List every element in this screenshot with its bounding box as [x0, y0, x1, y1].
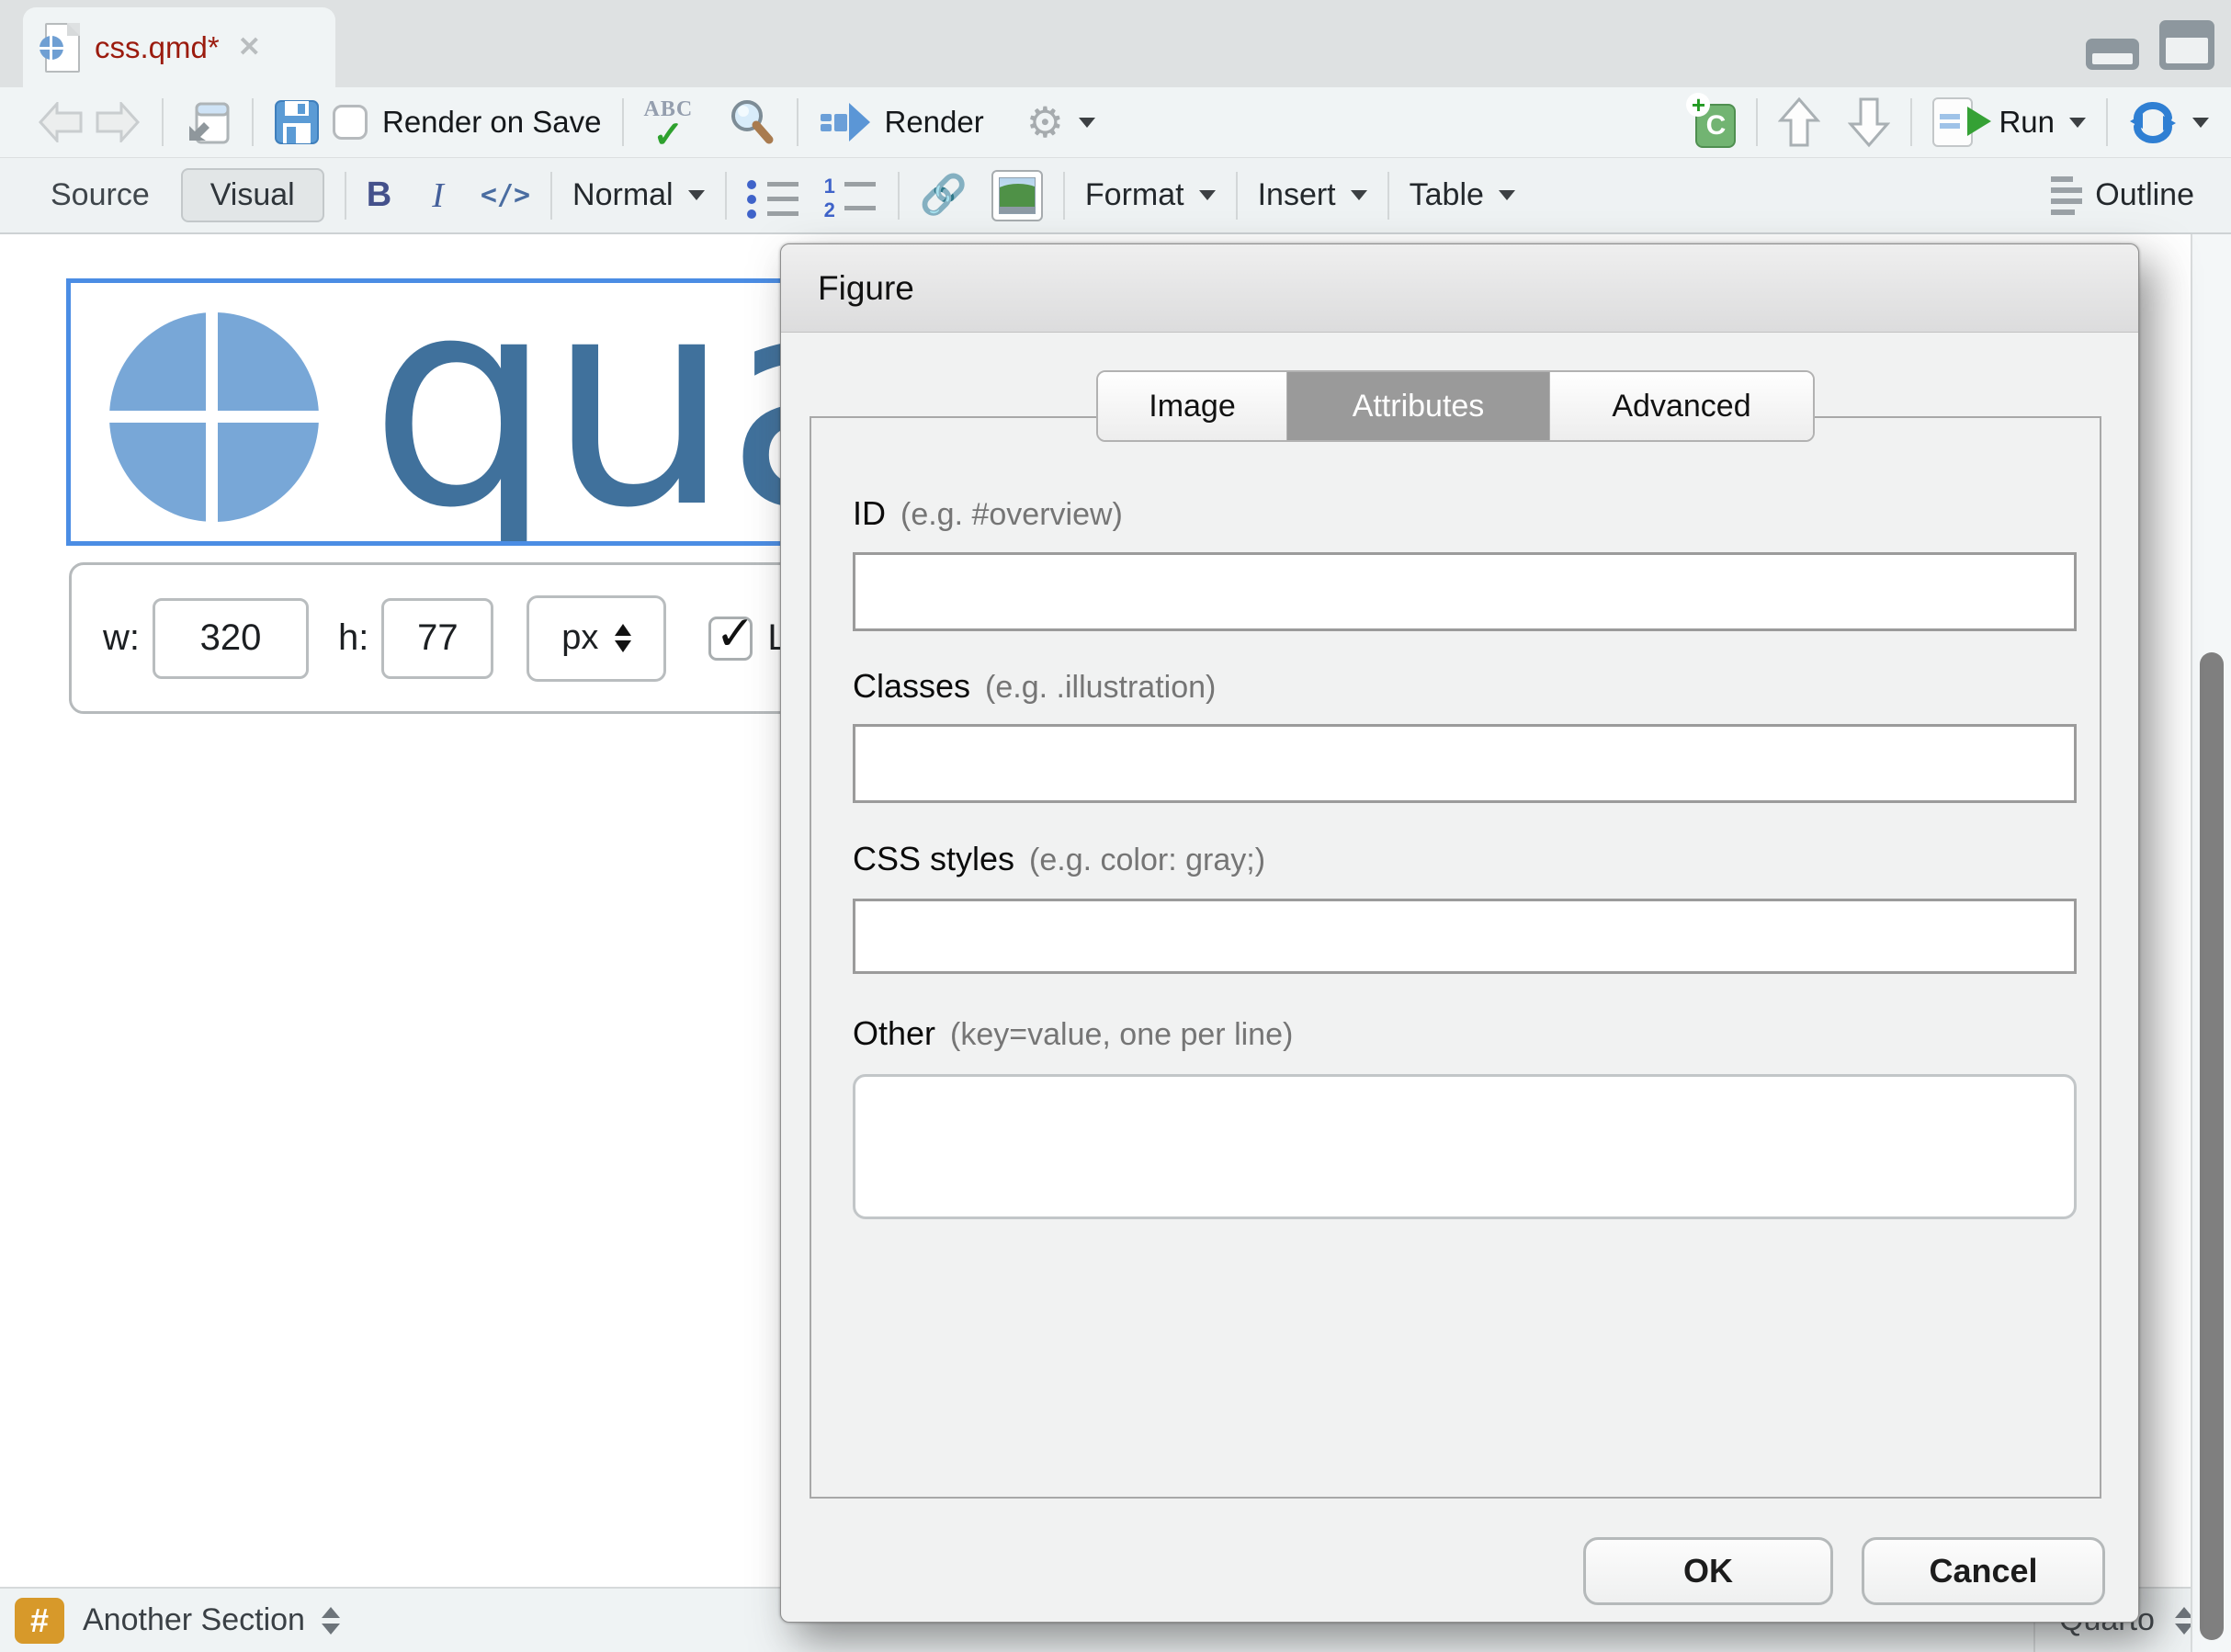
dialog-title: Figure	[781, 244, 2138, 333]
quarto-logo-icon	[109, 312, 319, 522]
id-label: ID (e.g. #overview)	[853, 494, 1123, 533]
table-menu[interactable]: Table	[1410, 177, 1515, 213]
find-replace-icon[interactable]	[727, 97, 776, 147]
outline-toggle[interactable]: Outline	[2051, 176, 2194, 215]
minimize-pane-icon[interactable]	[2086, 39, 2139, 70]
dialog-tab-bar: Image Attributes Advanced	[1096, 370, 1815, 442]
classes-label: Classes (e.g. .illustration)	[853, 667, 1216, 706]
run-icon[interactable]	[1932, 97, 1984, 147]
section-hash-icon: #	[15, 1598, 64, 1644]
insert-menu[interactable]: Insert	[1258, 177, 1367, 213]
other-label: Other (key=value, one per line)	[853, 1014, 1293, 1053]
run-dropdown-icon[interactable]	[2069, 118, 2086, 128]
render-on-save-label: Render on Save	[382, 105, 602, 140]
back-icon[interactable]	[37, 102, 85, 142]
link-icon[interactable]: 🔗	[920, 173, 968, 218]
figure-dialog: Figure Image Attributes Advanced ID (e.g…	[780, 243, 2139, 1623]
image-icon[interactable]	[991, 170, 1043, 221]
ok-button[interactable]: OK	[1583, 1537, 1833, 1605]
units-spinner-icon	[615, 624, 631, 652]
open-in-new-window-icon[interactable]	[184, 98, 232, 146]
units-select[interactable]: px	[527, 595, 666, 682]
tab-title: css.qmd*	[95, 30, 220, 65]
source-mode-button[interactable]: Source	[51, 177, 150, 213]
bold-icon[interactable]: B	[367, 175, 391, 215]
publish-dropdown-icon[interactable]	[2192, 118, 2209, 128]
id-input[interactable]	[853, 552, 2077, 631]
code-icon[interactable]: </>	[481, 179, 530, 211]
css-styles-input[interactable]	[853, 899, 2077, 974]
cancel-button[interactable]: Cancel	[1862, 1537, 2105, 1605]
quarto-file-icon	[40, 23, 80, 73]
jump-next-icon[interactable]	[1848, 96, 1890, 148]
forward-icon[interactable]	[94, 102, 142, 142]
height-input[interactable]	[381, 598, 493, 679]
maximize-pane-icon[interactable]	[2159, 20, 2214, 70]
tab-close-icon[interactable]: ✕	[238, 31, 261, 63]
height-label: h:	[338, 617, 368, 659]
outline-icon	[2051, 176, 2082, 215]
tab-attributes[interactable]: Attributes	[1287, 372, 1550, 440]
source-toolbar: Render on Save ABC ✓ Render ⚙ C+ Run	[0, 87, 2231, 158]
italic-icon[interactable]: I	[432, 175, 444, 216]
render-icon[interactable]	[819, 101, 872, 143]
paragraph-style-select[interactable]: Normal	[572, 177, 705, 213]
tab-css-qmd[interactable]: css.qmd* ✕	[23, 7, 335, 87]
current-section-label[interactable]: Another Section	[83, 1602, 305, 1638]
numbered-list-icon[interactable]: 1 2	[824, 175, 878, 217]
render-on-save-checkbox[interactable]	[333, 105, 368, 140]
tab-image[interactable]: Image	[1098, 372, 1287, 440]
render-options-gear-icon[interactable]: ⚙	[1026, 101, 1064, 143]
spellcheck-icon[interactable]: ABC ✓	[644, 97, 701, 147]
source-refresh-icon[interactable]	[2128, 101, 2178, 143]
visual-mode-button[interactable]: Visual	[181, 168, 324, 222]
width-label: w:	[103, 617, 140, 659]
jump-previous-icon[interactable]	[1778, 96, 1820, 148]
other-input[interactable]	[853, 1074, 2077, 1219]
format-menu[interactable]: Format	[1085, 177, 1216, 213]
render-options-dropdown-icon[interactable]	[1079, 118, 1095, 128]
scrollbar-thumb[interactable]	[2200, 652, 2224, 1640]
lock-ratio-checkbox[interactable]: ✓	[708, 617, 753, 661]
render-label[interactable]: Render	[885, 105, 984, 140]
editor-tab-strip: css.qmd* ✕	[0, 0, 2231, 87]
run-label[interactable]: Run	[1999, 105, 2055, 140]
save-icon[interactable]	[274, 99, 320, 145]
width-input[interactable]	[153, 598, 309, 679]
visual-editor-toolbar: Source Visual B I </> Normal 1 2 🔗 Forma…	[0, 158, 2231, 234]
classes-input[interactable]	[853, 724, 2077, 803]
tab-advanced[interactable]: Advanced	[1550, 372, 1813, 440]
scrollbar-track[interactable]	[2191, 234, 2231, 1652]
section-selector-arrows-icon[interactable]	[322, 1607, 340, 1635]
bullet-list-icon[interactable]	[747, 175, 800, 217]
css-styles-label: CSS styles (e.g. color: gray;)	[853, 840, 1265, 878]
insert-chunk-icon[interactable]: C+	[1688, 96, 1736, 148]
